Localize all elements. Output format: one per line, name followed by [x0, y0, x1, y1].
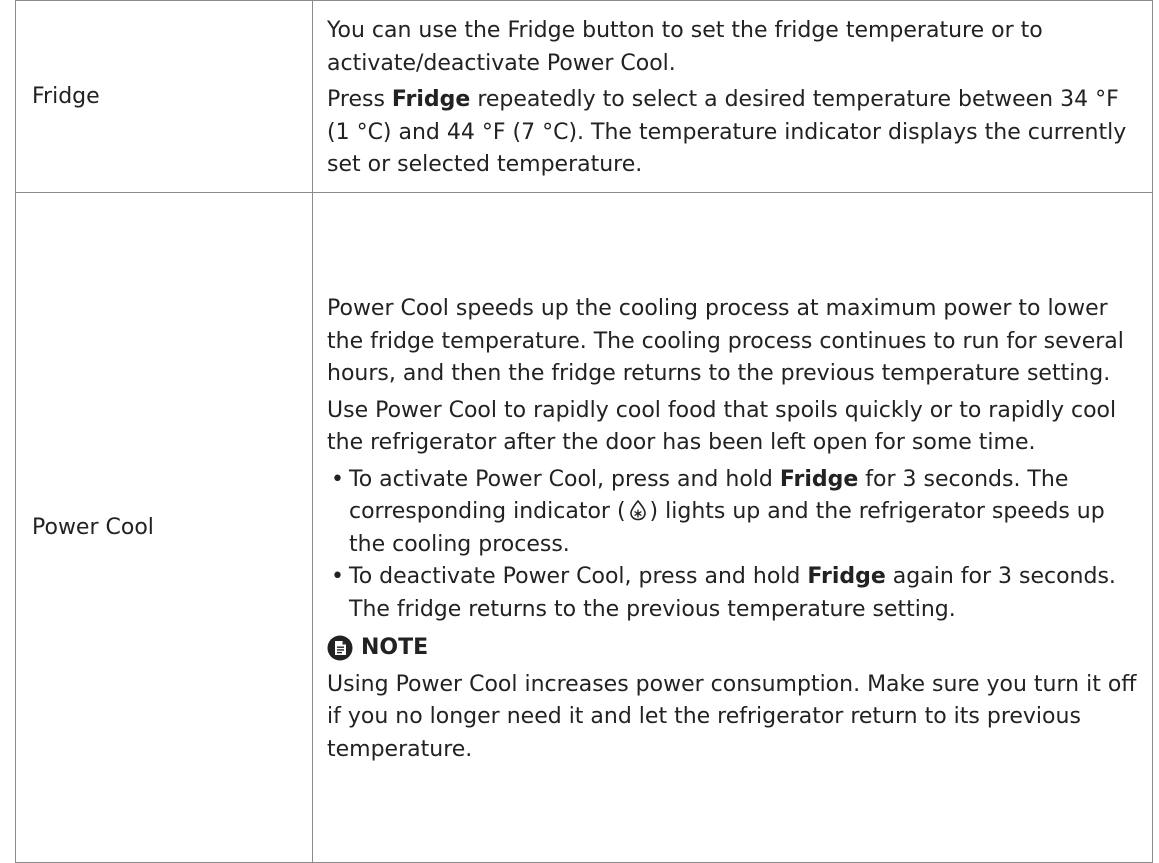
list-item-deactivate: • To deactivate Power Cool, press and ho…: [327, 561, 1138, 626]
power-cool-steps-list: • To activate Power Cool, press and hold…: [327, 464, 1138, 627]
list-item-activate: • To activate Power Cool, press and hold…: [327, 464, 1138, 562]
fridge-intro-text: You can use the Fridge button to set the…: [327, 18, 1043, 76]
row-description-power-cool: Power Cool speeds up the cooling process…: [312, 192, 1153, 863]
note-icon: [327, 635, 353, 661]
activate-fridge-button-name: Fridge: [779, 466, 859, 492]
power-cool-indicator-icon: [628, 499, 648, 521]
row-description-fridge: You can use the Fridge button to set the…: [312, 0, 1153, 193]
table-row-power-cool: Power Cool Power Cool speeds up the cool…: [15, 192, 1153, 863]
deactivate-pre: To deactivate Power Cool, press and hold: [349, 564, 808, 589]
power-cool-intro-text: Power Cool speeds up the cooling process…: [327, 296, 1124, 386]
note-heading: NOTE: [327, 632, 1138, 665]
bullet-dot: •: [331, 466, 344, 492]
fridge-usage-text: Press Fridge repeatedly to select a desi…: [327, 84, 1138, 182]
feature-table: Fridge You can use the Fridge button to …: [15, 0, 1153, 863]
deactivate-fridge-button-name: Fridge: [807, 564, 886, 589]
bullet-dot: •: [331, 564, 344, 589]
manual-page: Fridge You can use the Fridge button to …: [0, 0, 1159, 863]
row-label-fridge: Fridge: [15, 0, 313, 193]
activate-pre: To activate Power Cool, press and hold: [349, 466, 780, 492]
fridge-button-name: Fridge: [391, 87, 471, 113]
row-label-power-cool: Power Cool: [15, 192, 313, 863]
power-cool-usage-text: Use Power Cool to rapidly cool food that…: [327, 397, 1117, 456]
note-text: Using Power Cool increases power consump…: [327, 671, 1137, 762]
table-row-fridge: Fridge You can use the Fridge button to …: [15, 0, 1153, 193]
fridge-usage-pre: Press: [327, 87, 392, 113]
note-heading-text: NOTE: [361, 635, 429, 660]
